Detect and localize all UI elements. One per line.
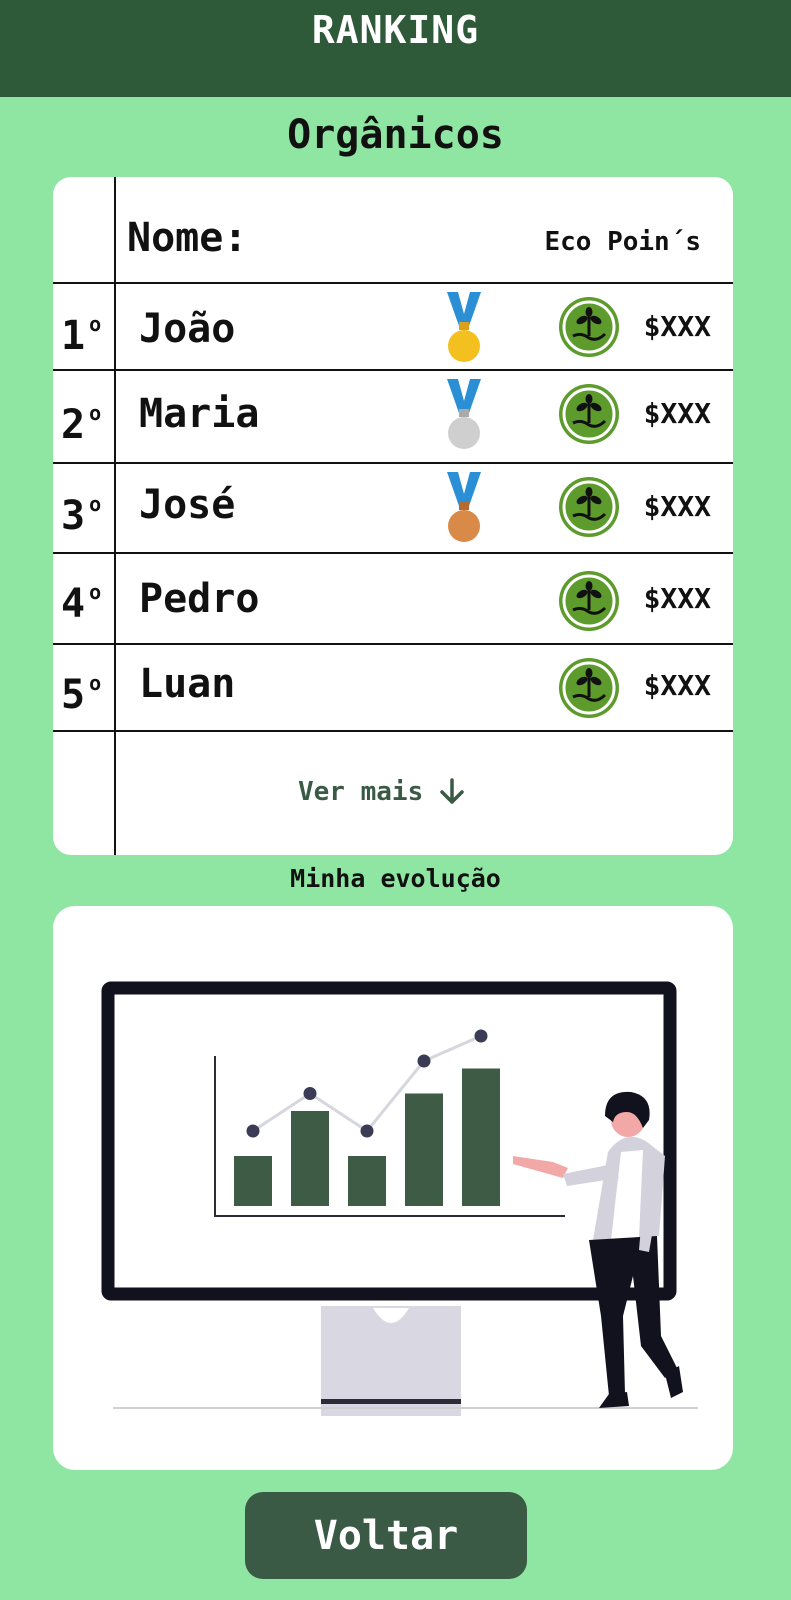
gold-medal-icon: [447, 292, 481, 362]
evolution-title: Minha evolução: [290, 864, 501, 893]
evolution-illustration: [101, 981, 698, 1416]
eco-points-amount: $XXX: [643, 582, 711, 615]
player-name: João: [139, 306, 236, 352]
chart-point: [303, 1087, 317, 1100]
rank-position: 3o: [61, 492, 102, 539]
ranking-row: 5o Luan $XXX: [53, 645, 733, 730]
ranking-row: 2o Maria $XXX: [53, 371, 733, 462]
bronze-medal-icon: [447, 472, 481, 542]
eco-points-amount: $XXX: [643, 310, 711, 343]
chart-bar: [462, 1068, 500, 1206]
monitor-stand-base: [321, 1399, 461, 1404]
eco-points-amount: $XXX: [643, 397, 711, 430]
back-button[interactable]: Voltar: [245, 1492, 527, 1579]
eco-coin-icon: [559, 571, 619, 631]
eco-points-amount: $XXX: [643, 490, 711, 523]
chart-point: [474, 1029, 488, 1043]
player-name: Pedro: [139, 576, 260, 622]
player-name: José: [139, 482, 236, 528]
eco-coin-icon: [559, 384, 619, 444]
rank-position: 2o: [61, 401, 102, 448]
evolution-card: [53, 906, 733, 1470]
rank-position: 1o: [61, 312, 102, 359]
eco-points-amount: $XXX: [643, 669, 711, 702]
rank-position: 4o: [61, 580, 102, 627]
chart-bar: [348, 1156, 386, 1206]
chart-point: [417, 1054, 431, 1068]
page-title: RANKING: [311, 8, 480, 52]
eco-coin-icon: [559, 658, 619, 718]
eco-coin-icon: [559, 297, 619, 357]
monitor-screen: [101, 981, 677, 1301]
chart-point: [246, 1124, 260, 1138]
silver-medal-icon: [447, 379, 481, 449]
see-more-button[interactable]: Ver mais: [298, 777, 467, 807]
eco-coin-icon: [559, 477, 619, 537]
player-name: Luan: [139, 661, 236, 707]
rank-position: 5o: [61, 671, 102, 718]
chart-bar: [291, 1111, 329, 1206]
ranking-row: 3o José $XXX: [53, 464, 733, 552]
ranking-row: 4o Pedro $XXX: [53, 554, 733, 643]
chart-bar: [234, 1156, 272, 1206]
name-header: Nome:: [127, 215, 248, 261]
player-name: Maria: [139, 391, 260, 437]
chart-bar: [405, 1093, 443, 1206]
row-divider: [53, 730, 733, 732]
points-header: Eco Poin´s: [544, 227, 701, 257]
see-more-label: Ver mais: [298, 777, 424, 807]
arrow-down-icon: [440, 778, 464, 804]
chart-point: [360, 1124, 374, 1138]
ranking-row: 1o João $XXX: [53, 284, 733, 369]
ranking-table: Nome: Eco Poin´s 1o João $XXX 2o Maria $…: [53, 177, 733, 855]
section-title: Orgânicos: [287, 112, 504, 158]
top-bar: RANKING: [0, 0, 791, 97]
